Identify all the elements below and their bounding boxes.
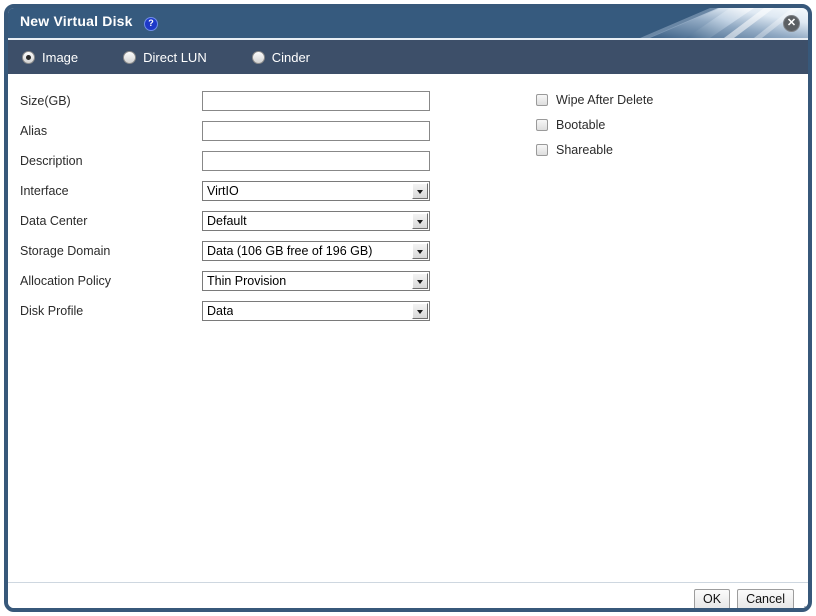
ok-button[interactable]: OK	[694, 589, 731, 608]
chevron-down-icon	[412, 273, 428, 289]
label-disk-profile: Disk Profile	[20, 304, 84, 318]
checkbox-icon-wipe-after-delete	[536, 93, 548, 106]
label-allocation-policy: Allocation Policy	[20, 274, 112, 288]
data-center-select-value: Default	[207, 214, 247, 228]
dialog-title: New Virtual Disk	[20, 13, 133, 29]
help-icon[interactable]: ?	[144, 17, 158, 31]
label-alias: Alias	[20, 124, 48, 138]
chevron-down-icon	[412, 183, 428, 199]
dialog-body: Size(GB) Alias Description Interface Vir…	[8, 74, 808, 582]
interface-select-value: VirtIO	[207, 184, 239, 198]
checkbox-row-shareable[interactable]: Shareable	[536, 137, 653, 162]
checkbox-label-wipe-after-delete: Wipe After Delete	[556, 92, 654, 107]
disk-profile-select[interactable]: Data	[202, 301, 430, 321]
radio-option-image[interactable]: Image	[22, 50, 78, 65]
radio-icon-image	[22, 50, 35, 64]
chevron-down-icon	[412, 243, 428, 259]
disk-type-selector: Image Direct LUN Cinder	[8, 40, 808, 74]
dialog-titlebar: New Virtual Disk ? ✕	[8, 8, 808, 40]
titlebar-swoosh-decoration	[578, 8, 808, 38]
label-interface: Interface	[20, 184, 69, 198]
checkbox-row-wipe-after-delete[interactable]: Wipe After Delete	[536, 87, 653, 112]
radio-icon-cinder	[251, 50, 265, 64]
disk-profile-select-value: Data	[207, 304, 234, 318]
checkbox-label-shareable: Shareable	[556, 142, 613, 157]
dialog-footer: OK Cancel	[8, 582, 808, 608]
form-row-disk-profile: Disk Profile Data	[8, 296, 478, 326]
radio-option-direct-lun[interactable]: Direct LUN	[123, 50, 207, 65]
form-row-storage-domain: Storage Domain Data (106 GB free of 196 …	[8, 236, 478, 266]
radio-icon-direct-lun	[123, 50, 137, 64]
form-row-allocation-policy: Allocation Policy Thin Provision	[8, 266, 478, 296]
form-row-size: Size(GB)	[8, 86, 478, 116]
label-storage-domain: Storage Domain	[20, 244, 111, 258]
disk-options: Wipe After Delete Bootable Shareable	[536, 87, 653, 162]
chevron-down-icon	[412, 213, 428, 229]
alias-input[interactable]	[202, 121, 430, 141]
form-row-data-center: Data Center Default	[8, 206, 478, 236]
allocation-policy-select[interactable]: Thin Provision	[202, 271, 430, 291]
new-virtual-disk-dialog: New Virtual Disk ? ✕ Image Direct LUN Ci…	[4, 4, 812, 612]
interface-select[interactable]: VirtIO	[202, 181, 430, 201]
radio-label-cinder: Cinder	[271, 49, 311, 65]
radio-label-direct-lun: Direct LUN	[143, 49, 207, 65]
screen: New Virtual Disk ? ✕ Image Direct LUN Ci…	[0, 0, 816, 616]
storage-domain-select-value: Data (106 GB free of 196 GB)	[207, 244, 373, 258]
label-data-center: Data Center	[20, 214, 88, 228]
checkbox-label-bootable: Bootable	[556, 117, 606, 132]
cancel-button[interactable]: Cancel	[737, 589, 794, 608]
checkbox-icon-bootable	[536, 118, 548, 131]
resize-grip[interactable]	[794, 603, 806, 608]
form-row-description: Description	[8, 146, 478, 176]
close-icon[interactable]: ✕	[783, 15, 800, 32]
allocation-policy-select-value: Thin Provision	[207, 274, 287, 288]
data-center-select[interactable]: Default	[202, 211, 430, 231]
chevron-down-icon	[412, 303, 428, 319]
radio-option-cinder[interactable]: Cinder	[251, 49, 311, 65]
form-row-alias: Alias	[8, 116, 478, 146]
description-input[interactable]	[202, 151, 430, 171]
disk-form: Size(GB) Alias Description Interface Vir…	[8, 86, 478, 326]
label-description: Description	[20, 154, 83, 168]
storage-domain-select[interactable]: Data (106 GB free of 196 GB)	[202, 241, 430, 261]
size-input[interactable]	[202, 91, 430, 111]
radio-label-image: Image	[42, 49, 79, 65]
form-row-interface: Interface VirtIO	[8, 176, 478, 206]
label-size: Size(GB)	[20, 94, 71, 108]
checkbox-icon-shareable	[536, 143, 548, 156]
checkbox-row-bootable[interactable]: Bootable	[536, 112, 653, 137]
